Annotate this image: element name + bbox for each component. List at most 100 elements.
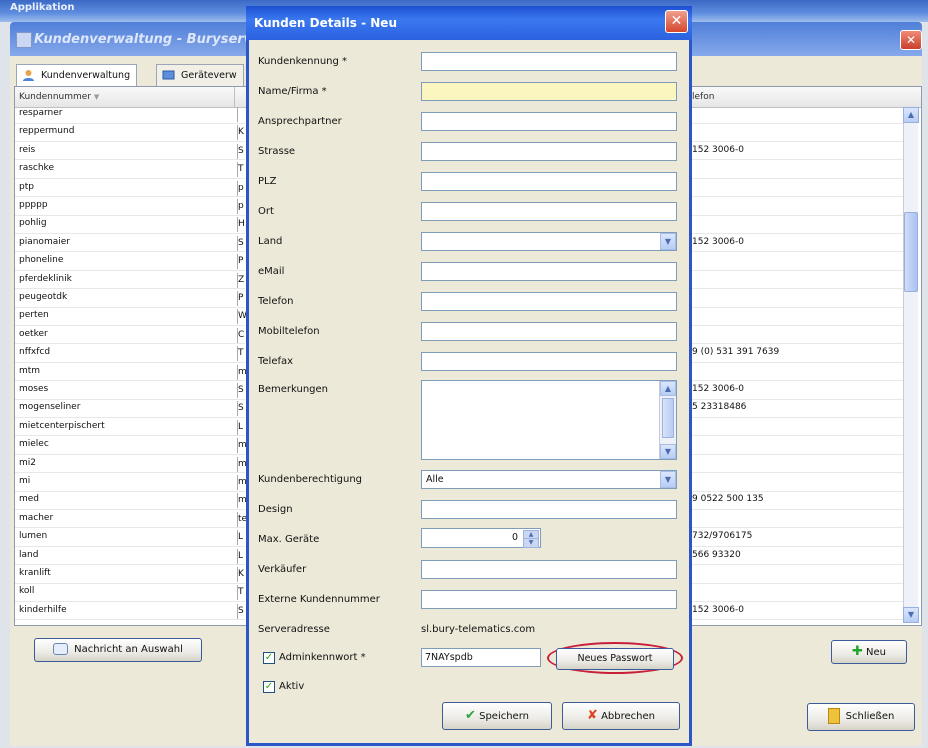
users-icon (23, 70, 34, 81)
label-aktiv: Aktiv (279, 681, 305, 692)
label-telefon: Telefon (258, 296, 294, 307)
chevron-down-icon[interactable]: ▼ (660, 471, 676, 488)
tab-geraeteverwaltung[interactable]: Geräteverw (156, 64, 244, 87)
design-field[interactable] (421, 500, 677, 519)
ansprechpartner-field[interactable] (421, 112, 677, 131)
telefon-field[interactable] (421, 292, 677, 311)
neues-passwort-button[interactable]: Neues Passwort (556, 648, 674, 670)
cell-telefon: 9 (0) 531 391 7639 (692, 347, 780, 358)
chevron-down-icon[interactable]: ▼ (660, 233, 676, 250)
cell-telefon: 566 93320 (692, 549, 741, 560)
max-geraete-value: 0 (511, 532, 518, 543)
message-selection-button[interactable]: Nachricht an Auswahl (34, 638, 202, 662)
table-row-telefon[interactable] (687, 291, 908, 308)
verkaeufer-field[interactable] (421, 560, 677, 579)
externe-kundennummer-field[interactable] (421, 590, 677, 609)
scroll-up-button[interactable]: ▲ (660, 381, 676, 396)
devices-icon (162, 70, 175, 80)
table-row-telefon[interactable] (687, 107, 908, 124)
table-row-telefon[interactable]: 152 3006-0 (687, 143, 908, 161)
max-geraete-stepper[interactable]: 0 ▲ ▼ (421, 528, 541, 548)
table-row-telefon[interactable] (687, 162, 908, 179)
table-row-telefon[interactable] (687, 327, 908, 345)
table-row-telefon[interactable] (687, 585, 908, 602)
background-top-label: Applikation (10, 2, 75, 13)
plz-field[interactable] (421, 172, 677, 191)
table-row-telefon[interactable] (687, 475, 908, 492)
table-row-telefon[interactable] (687, 567, 908, 584)
table-scrollbar[interactable] (903, 107, 918, 623)
main-window-close-button[interactable]: ✕ (900, 30, 922, 50)
label-max-geraete: Max. Geräte (258, 534, 320, 545)
ort-field[interactable] (421, 202, 677, 221)
speichern-button[interactable]: ✔ Speichern (442, 702, 552, 730)
chat-icon (53, 643, 69, 655)
label-kundenberechtigung: Kundenberechtigung (258, 474, 363, 485)
table-row-telefon[interactable]: 152 3006-0 (687, 603, 908, 621)
label-adminkennwort: Adminkennwort * (279, 652, 366, 663)
checkmark-icon: ✔ (465, 708, 476, 723)
kundenberechtigung-select[interactable]: Alle ▼ (421, 470, 677, 489)
tab-kundenverwaltung[interactable]: Kundenverwaltung (16, 64, 138, 87)
table-row-telefon[interactable] (687, 125, 908, 142)
column-header-kundennummer[interactable]: Kundennummer ▼ (19, 92, 99, 102)
table-row-telefon[interactable]: 152 3006-0 (687, 383, 908, 400)
table-row-telefon[interactable] (687, 199, 908, 216)
scroll-down-button[interactable]: ▼ (660, 444, 676, 459)
label-strasse: Strasse (258, 146, 296, 157)
land-select[interactable]: ▼ (421, 232, 677, 251)
table-row-telefon[interactable] (687, 272, 908, 290)
scroll-thumb[interactable] (662, 398, 674, 438)
table-row-telefon[interactable]: 566 93320 (687, 548, 908, 566)
scroll-thumb[interactable] (904, 212, 918, 292)
label-bemerkungen: Bemerkungen (258, 384, 329, 395)
adminkennwort-checkbox[interactable]: ✓ (263, 652, 275, 664)
label-verkaeufer: Verkäufer (258, 564, 307, 575)
adminkennwort-field[interactable]: 7NAYspdb (421, 648, 541, 667)
serveradresse-value: sl.bury-telematics.com (421, 624, 536, 635)
table-row-telefon[interactable] (687, 511, 908, 529)
abbrechen-button[interactable]: ✘ Abbrechen (562, 702, 680, 730)
tab-label: Kundenverwaltung (41, 70, 131, 81)
table-row-telefon[interactable] (687, 419, 908, 437)
label-email: eMail (258, 266, 285, 277)
adminkennwort-value: 7NAYspdb (425, 652, 473, 663)
dialog-title: Kunden Details - Neu (254, 16, 397, 30)
cell-telefon: 9 0522 500 135 (692, 494, 764, 505)
close-button[interactable]: Schließen (807, 703, 915, 731)
scroll-up-button[interactable]: ▲ (903, 107, 919, 123)
cell-telefon: 152 3006-0 (692, 384, 744, 394)
table-row-telefon[interactable] (687, 456, 908, 474)
aktiv-checkbox[interactable]: ✓ (263, 681, 275, 693)
cell-telefon: 5 23318486 (692, 402, 747, 413)
column-header-telefon[interactable]: lefon (692, 92, 714, 102)
mobiltelefon-field[interactable] (421, 322, 677, 341)
table-row-telefon[interactable]: 5 23318486 (687, 401, 908, 418)
decrement-button[interactable]: ▼ (523, 538, 539, 548)
label-mobiltelefon: Mobiltelefon (258, 326, 320, 337)
table-row-telefon[interactable] (687, 364, 908, 382)
label-plz: PLZ (258, 176, 277, 187)
cell-telefon: 152 3006-0 (692, 604, 744, 615)
telefax-field[interactable] (421, 352, 677, 371)
table-row-telefon[interactable] (687, 309, 908, 326)
table-row-telefon[interactable] (687, 438, 908, 455)
table-row-telefon[interactable] (687, 217, 908, 234)
table-row-telefon[interactable]: 9 (0) 531 391 7639 (687, 346, 908, 363)
table-row-telefon[interactable]: 732/9706175 (687, 530, 908, 547)
table-row-telefon[interactable]: 9 0522 500 135 (687, 493, 908, 510)
name-firma-field[interactable] (421, 82, 677, 101)
kundenkennung-field[interactable] (421, 52, 677, 71)
scroll-down-button[interactable]: ▼ (903, 607, 919, 623)
table-row-telefon[interactable] (687, 254, 908, 271)
label-ansprechpartner: Ansprechpartner (258, 116, 342, 127)
strasse-field[interactable] (421, 142, 677, 161)
dialog-close-button[interactable]: ✕ (665, 10, 688, 33)
table-row-telefon[interactable] (687, 180, 908, 198)
table-row-telefon[interactable]: 152 3006-0 (687, 235, 908, 253)
bemerkungen-textarea[interactable]: ▲ ▼ (421, 380, 677, 460)
new-button[interactable]: ✚ Neu (831, 640, 907, 664)
label-ort: Ort (258, 206, 274, 217)
tab-label: Geräteverw (181, 70, 237, 81)
email-field[interactable] (421, 262, 677, 281)
